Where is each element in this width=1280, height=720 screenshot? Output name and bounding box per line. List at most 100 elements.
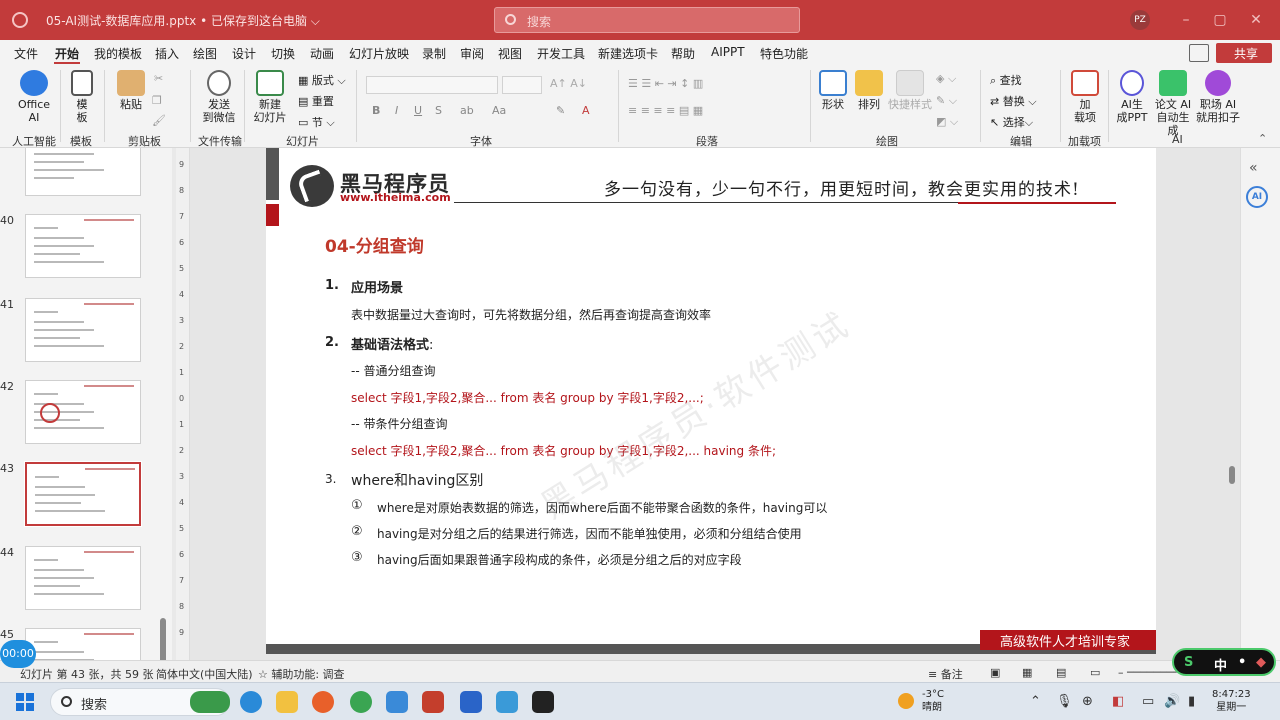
font-size-combo[interactable] [502, 76, 542, 94]
wps-tray-icon[interactable]: ◧ [1112, 694, 1124, 709]
powerpoint-taskbar-icon[interactable] [422, 691, 444, 713]
normal-view-icon[interactable]: ▣ [990, 666, 1000, 679]
file-title[interactable]: 05-AI测试-数据库应用.pptx • 已保存到这台电脑 ⌵ [46, 12, 320, 29]
menu-aippt[interactable]: AIPPT [711, 45, 745, 59]
template-button[interactable]: 模 板 [68, 70, 96, 124]
slide-thumbnail-42[interactable] [25, 380, 141, 444]
language-indicator[interactable]: 简体中文(中国大陆) [156, 666, 253, 682]
menu-my-templates[interactable]: 我的模板 [94, 45, 142, 62]
menu-new-tab[interactable]: 新建选项卡 [598, 45, 658, 62]
copy-icon[interactable]: ❐ [152, 94, 162, 107]
menu-features[interactable]: 特色功能 [760, 45, 808, 62]
italic-icon[interactable]: I [395, 104, 398, 117]
chrome-icon[interactable] [350, 691, 372, 713]
comment-icon[interactable] [1189, 44, 1209, 62]
tray-expand-icon[interactable]: ⌃ [1030, 694, 1041, 709]
select-button[interactable]: ↖ 选择⌵ [990, 114, 1033, 130]
battery-icon[interactable]: ▮ [1188, 694, 1195, 709]
maximize-icon[interactable]: ▢ [1210, 10, 1230, 30]
highlight-icon[interactable]: ✎ [556, 104, 565, 117]
reset-button[interactable]: ▤ 重置 [298, 93, 334, 109]
shape-effect-icon[interactable]: ◩ ⌵ [936, 115, 958, 129]
slide-thumbnail-39[interactable] [25, 148, 141, 196]
font-color-icon[interactable]: A [582, 104, 590, 117]
menu-view[interactable]: 视图 [498, 45, 522, 62]
microphone-icon[interactable]: 🎙 [1056, 694, 1073, 709]
cut-icon[interactable]: ✂ [154, 72, 163, 85]
menu-review[interactable]: 审阅 [460, 45, 484, 62]
find-button[interactable]: ⌕ 查找 [990, 72, 1022, 88]
widget-image-icon[interactable] [190, 691, 230, 713]
reading-view-icon[interactable]: ▤ [1056, 666, 1066, 679]
menu-animations[interactable]: 动画 [310, 45, 334, 62]
slide-sorter-icon[interactable]: ▦ [1022, 666, 1032, 679]
menu-transitions[interactable]: 切换 [271, 45, 295, 62]
user-avatar[interactable]: PZ [1130, 10, 1150, 30]
ribbon-collapse-icon[interactable]: ⌃ [1258, 132, 1267, 145]
recording-timer[interactable]: 00:00 [0, 640, 36, 668]
paste-button[interactable]: 粘贴 [116, 70, 146, 111]
input-mode-icon[interactable]: ⊕ [1082, 694, 1093, 709]
font-grow-icon[interactable]: A↑ A↓ [550, 77, 587, 90]
section-button[interactable]: ▭ 节 ⌵ [298, 114, 335, 130]
browser-icon[interactable] [386, 691, 408, 713]
align-icons[interactable]: ≡ ≡ ≡ ≡ ▤ ▦ [628, 104, 703, 117]
bold-icon[interactable]: B [372, 104, 380, 117]
collapse-panel-icon[interactable]: « [1249, 160, 1258, 176]
menu-home[interactable]: 开始 [55, 45, 79, 62]
edge-icon[interactable] [240, 691, 262, 713]
menu-design[interactable]: 设计 [232, 45, 256, 62]
close-icon[interactable]: ✕ [1246, 10, 1266, 30]
firefox-icon[interactable] [312, 691, 334, 713]
menu-help[interactable]: 帮助 [671, 45, 695, 62]
send-to-wechat-button[interactable]: 发送 到微信 [200, 70, 238, 124]
volume-icon[interactable]: 🔊 [1164, 694, 1180, 709]
zoom-slider[interactable]: – ──────── [1118, 666, 1180, 679]
weather-icon[interactable] [898, 693, 914, 709]
clock[interactable]: 8:47:23 星期一 [1212, 688, 1251, 714]
menu-file[interactable]: 文件 [14, 45, 38, 62]
input-method-toolbar[interactable]: S 中 • ◆ [1172, 648, 1276, 676]
title-search-box[interactable]: 搜索 [494, 7, 800, 33]
shape-outline-icon[interactable]: ✎ ⌵ [936, 94, 957, 108]
replace-button[interactable]: ⇄ 替换 ⌵ [990, 93, 1037, 109]
slideshow-icon[interactable]: ▭ [1090, 666, 1100, 679]
shape-button[interactable]: 形状 [818, 70, 848, 111]
menu-insert[interactable]: 插入 [155, 45, 179, 62]
menu-developer[interactable]: 开发工具 [537, 45, 585, 62]
remote-app-icon[interactable] [496, 691, 518, 713]
share-button[interactable]: 共享 [1216, 43, 1272, 63]
ai-ppt-button[interactable]: AI生 成PPT [1116, 70, 1148, 124]
font-name-combo[interactable] [366, 76, 498, 94]
thumbnail-scrollbar[interactable] [160, 618, 166, 660]
underline-icon[interactable]: U [414, 104, 422, 117]
notes-button[interactable]: ≡ 备注 [928, 666, 963, 682]
strikethrough-icon[interactable]: S [435, 104, 442, 117]
ai-assistant-icon[interactable]: AI [1246, 186, 1268, 208]
format-painter-icon[interactable]: 🖌 [152, 114, 166, 127]
paper-ai-button[interactable]: 论文 AI 自动生成 [1152, 70, 1194, 137]
layout-button[interactable]: ▦ 版式 ⌵ [298, 72, 346, 88]
addin-button[interactable]: 加 载项 [1070, 70, 1100, 124]
windows-start-icon[interactable] [16, 693, 34, 711]
menu-record[interactable]: 录制 [422, 45, 446, 62]
slide-thumbnail-40[interactable] [25, 214, 141, 278]
change-case-icon[interactable]: Aa [492, 104, 506, 117]
slide[interactable]: 黑马程序员 www.itheima.com 多一句没有，少一句不行，用更短时间，… [266, 148, 1156, 654]
quick-style-button[interactable]: 快捷样式 [888, 70, 932, 111]
workplace-ai-button[interactable]: 职场 AI 就用扣子 [1196, 70, 1240, 124]
shape-fill-icon[interactable]: ◈ ⌵ [936, 72, 956, 86]
canvas-scrollbar[interactable] [1229, 466, 1235, 484]
new-slide-button[interactable]: 新建 幻灯片 [252, 70, 288, 124]
chat-app-icon[interactable] [460, 691, 482, 713]
menu-draw[interactable]: 绘图 [193, 45, 217, 62]
weather-text[interactable]: -3°C 晴朗 [922, 688, 944, 714]
bullets-icon[interactable]: ☰ ☰ ⇤ ⇥ ↕ ▥ [628, 77, 703, 90]
office-ai-button[interactable]: Office AI [16, 70, 52, 124]
slide-thumbnail-43[interactable] [24, 461, 142, 527]
file-explorer-icon[interactable] [276, 691, 298, 713]
slide-thumbnail-41[interactable] [25, 298, 141, 362]
char-spacing-icon[interactable]: ab [460, 104, 474, 117]
slide-thumbnail-44[interactable] [25, 546, 141, 610]
network-icon[interactable]: ▭ [1142, 694, 1154, 709]
